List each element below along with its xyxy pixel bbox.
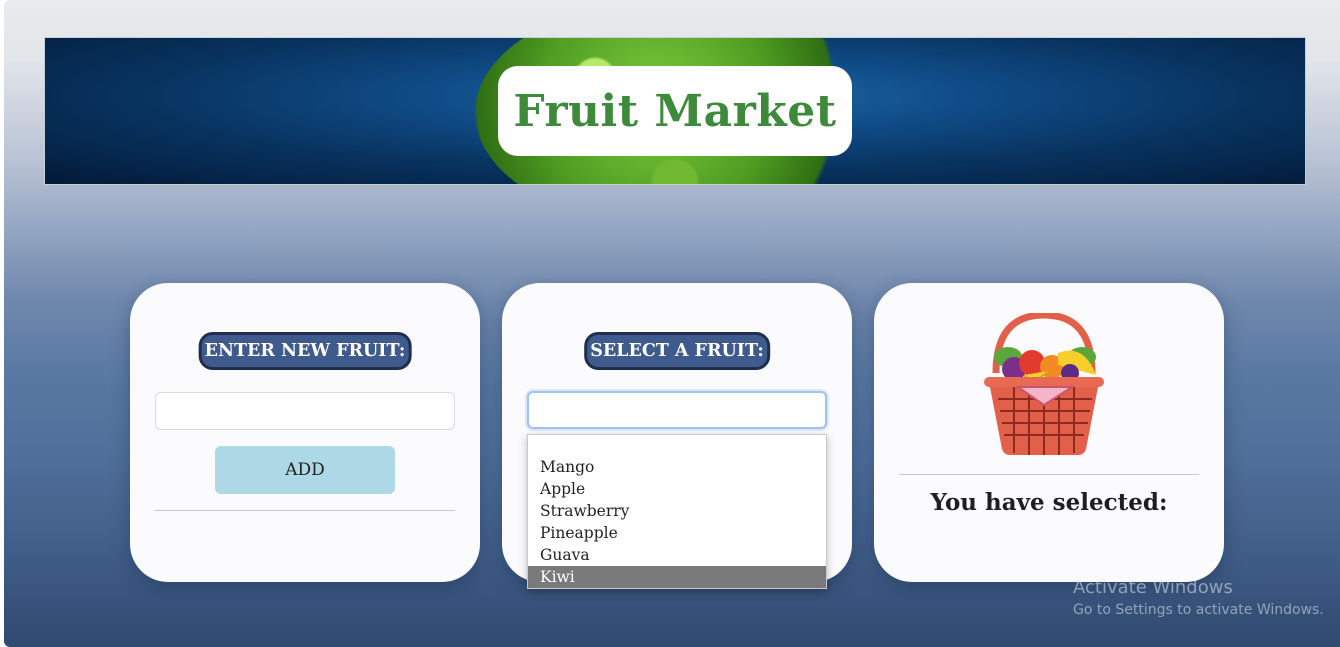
watermark-subtitle: Go to Settings to activate Windows.	[1073, 602, 1324, 618]
new-fruit-input[interactable]	[155, 392, 455, 430]
dropdown-option-guava[interactable]: Guava	[528, 544, 826, 566]
selected-fruit-label: You have selected:	[930, 489, 1168, 516]
page-title: Fruit Market	[513, 85, 837, 137]
title-box: Fruit Market	[498, 66, 852, 156]
fruit-select-input[interactable]	[527, 391, 827, 429]
dropdown-option-pineapple[interactable]: Pineapple	[528, 522, 826, 544]
dropdown-option-apple[interactable]: Apple	[528, 478, 826, 500]
select-fruit-heading: SELECT A FRUIT:	[584, 332, 770, 370]
fruit-dropdown-list[interactable]: Mango Apple Strawberry Pineapple Guava K…	[527, 434, 827, 589]
divider	[155, 510, 455, 511]
add-button[interactable]: ADD	[215, 446, 395, 494]
header-banner: Fruit Market	[44, 37, 1306, 185]
dropdown-option-mango[interactable]: Mango	[528, 456, 826, 478]
dropdown-option-kiwi[interactable]: Kiwi	[528, 566, 826, 588]
windows-activation-watermark: Activate Windows Go to Settings to activ…	[1073, 577, 1324, 621]
fruit-basket-icon	[984, 313, 1104, 455]
result-card: You have selected:	[874, 283, 1224, 582]
dropdown-option-strawberry[interactable]: Strawberry	[528, 500, 826, 522]
watermark-title: Activate Windows	[1073, 577, 1233, 598]
enter-fruit-heading: ENTER NEW FRUIT:	[198, 332, 412, 370]
add-fruit-card: ENTER NEW FRUIT: ADD	[130, 283, 480, 582]
divider	[899, 474, 1199, 475]
